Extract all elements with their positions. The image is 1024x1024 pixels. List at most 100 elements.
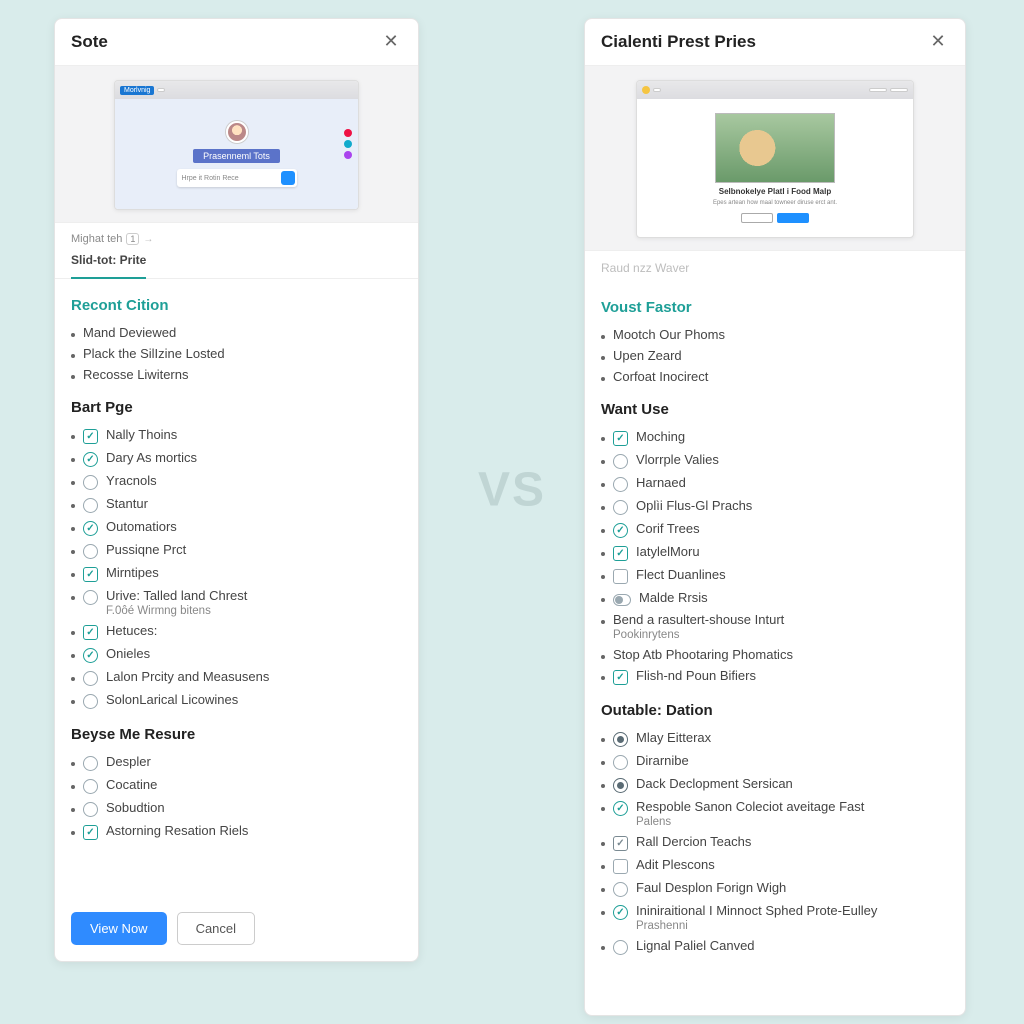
- list-item: Stop Atb Phootaring Phomatics: [601, 644, 949, 665]
- list-item-label: Vlorrple Valies: [636, 452, 719, 467]
- list-item[interactable]: Cocatine: [71, 774, 402, 797]
- checkbox-icon[interactable]: ✓: [613, 546, 628, 561]
- list-item[interactable]: ✓ Moching: [601, 426, 949, 449]
- checkbox-circle-icon[interactable]: [83, 671, 98, 686]
- list-item[interactable]: ✓Onieles: [71, 643, 402, 666]
- list-item[interactable]: Lignal Paliel Canved: [601, 935, 949, 958]
- list-item-label: Cocatine: [106, 777, 157, 792]
- checkbox-circle-icon[interactable]: [83, 498, 98, 513]
- list-item[interactable]: Mlay Eitterax: [601, 727, 949, 750]
- list-item[interactable]: Yracnols: [71, 470, 402, 493]
- list-item[interactable]: ✓Mirntipes: [71, 562, 402, 585]
- list-item[interactable]: ✓Rall Dercion Teachs: [601, 831, 949, 854]
- list-item[interactable]: ✓Outomatiors: [71, 516, 402, 539]
- bullet-icon: [601, 506, 605, 510]
- list-item[interactable]: Dack Declopment Sersican: [601, 773, 949, 796]
- checkbox-circle-icon[interactable]: [83, 756, 98, 771]
- list-item[interactable]: Adit Plescons: [601, 854, 949, 877]
- bullet-icon: [601, 807, 605, 811]
- checkbox-icon[interactable]: ✓: [613, 670, 628, 685]
- checkbox-circle-icon[interactable]: ✓: [83, 648, 98, 663]
- close-icon[interactable]: ✕: [927, 31, 949, 53]
- list-item-label: Pussiqne Prct: [106, 542, 186, 557]
- list-item[interactable]: Stantur: [71, 493, 402, 516]
- checkbox-circle-icon[interactable]: [613, 940, 628, 955]
- list-item[interactable]: ✓IatylelMoru: [601, 541, 949, 564]
- checkbox-circle-icon[interactable]: [83, 544, 98, 559]
- tab-slidtot[interactable]: Slid-tot: Prite: [71, 245, 146, 279]
- list-item[interactable]: Flect Duanlines: [601, 564, 949, 587]
- preview-body: Selbnokelye Platl i Food Malp Epes artea…: [637, 99, 913, 237]
- list-item[interactable]: Lalon Prcity and Measusens: [71, 666, 402, 689]
- chevron-right-icon: →: [143, 234, 153, 245]
- list-item[interactable]: SolonLarical Licowines: [71, 689, 402, 712]
- checkbox-circle-icon[interactable]: [83, 802, 98, 817]
- list-item[interactable]: Vlorrple Valies: [601, 449, 949, 472]
- list-item-label: Sobudtion: [106, 800, 165, 815]
- list-item[interactable]: Sobudtion: [71, 797, 402, 820]
- list-item[interactable]: ✓Hetuces:: [71, 620, 402, 643]
- list-item[interactable]: ✓ Nally Thoins: [71, 424, 402, 447]
- preview-caption: Prasenneml Tots: [193, 149, 280, 163]
- checkbox-circle-icon[interactable]: [613, 500, 628, 515]
- checkbox-circle-icon[interactable]: ✓: [613, 523, 628, 538]
- right-preview-thumbnail[interactable]: Selbnokelye Platl i Food Malp Epes artea…: [636, 80, 914, 238]
- checkbox-circle-icon[interactable]: [83, 694, 98, 709]
- list-item[interactable]: Harnaed: [601, 472, 949, 495]
- preview-body: Prasenneml Tots Hrpe it Rotin Rece: [115, 99, 358, 209]
- checkbox-circle-icon[interactable]: [83, 779, 98, 794]
- preview-caption-title: Selbnokelye Platl i Food Malp: [719, 187, 831, 196]
- list-item[interactable]: Urive: Talled land ChrestF.0ôé Wirmng bi…: [71, 585, 402, 620]
- bullet-icon: [71, 458, 75, 462]
- vs-divider: VS: [478, 463, 546, 518]
- bullet-icon: [71, 354, 75, 358]
- list-item[interactable]: Dirarnibe: [601, 750, 949, 773]
- right-preview-area: Selbnokelye Platl i Food Malp Epes artea…: [585, 66, 965, 251]
- checkbox-circle-icon[interactable]: [613, 755, 628, 770]
- section-list: Mootch Our PhomsUpen ZeardCorfoat Inocir…: [601, 324, 949, 387]
- checkbox-circle-icon[interactable]: [613, 477, 628, 492]
- checkbox-circle-icon[interactable]: [83, 475, 98, 490]
- list-item[interactable]: ✓Ininiraitional I Minnoct Sphed Prote-Eu…: [601, 900, 949, 935]
- checkbox-circle-icon[interactable]: ✓: [83, 521, 98, 536]
- list-item[interactable]: ✓Corif Trees: [601, 518, 949, 541]
- checkbox-icon[interactable]: [613, 569, 628, 584]
- close-icon[interactable]: ✕: [380, 31, 402, 53]
- list-item[interactable]: Faul Desplon Forign Wigh: [601, 877, 949, 900]
- list-item[interactable]: Pussiqne Prct: [71, 539, 402, 562]
- toggle-icon[interactable]: [613, 594, 631, 606]
- left-preview-thumbnail[interactable]: Morlvnig Prasenneml Tots Hrpe it Rotin R…: [114, 80, 359, 210]
- list-item-label: Nally Thoins: [106, 427, 177, 442]
- list-item[interactable]: Despler: [71, 751, 402, 774]
- list-item[interactable]: ✓Flish-nd Poun Bifiers: [601, 665, 949, 688]
- bullet-icon: [71, 504, 75, 508]
- list-item[interactable]: Oplìi Flus-Gl Prachs: [601, 495, 949, 518]
- checkbox-circle-icon[interactable]: ✓: [83, 452, 98, 467]
- checkbox-icon[interactable]: [613, 859, 628, 874]
- bullet-icon: [71, 808, 75, 812]
- checkbox-icon[interactable]: ✓: [613, 431, 628, 446]
- radio-icon[interactable]: [613, 732, 628, 747]
- checkbox-circle-icon[interactable]: ✓: [613, 801, 628, 816]
- list-item-label: Moching: [636, 429, 685, 444]
- list-item[interactable]: ✓Respoble Sanon Coleciot aveitage FastPa…: [601, 796, 949, 831]
- checkbox-circle-icon[interactable]: ✓: [613, 905, 628, 920]
- bullet-icon: [71, 550, 75, 554]
- checkbox-icon[interactable]: ✓: [83, 625, 98, 640]
- checkbox-icon[interactable]: ✓: [613, 836, 628, 851]
- cancel-button[interactable]: Cancel: [177, 912, 255, 945]
- bullet-icon: [601, 842, 605, 846]
- checkbox-icon[interactable]: ✓: [83, 825, 98, 840]
- checkbox-circle-icon[interactable]: [613, 882, 628, 897]
- left-meta-row: Mighat teh 1 →: [55, 223, 418, 245]
- checkbox-icon[interactable]: ✓: [83, 429, 98, 444]
- section-list: Mlay EitteraxDirarnibeDack Declopment Se…: [601, 727, 949, 958]
- radio-icon[interactable]: [613, 778, 628, 793]
- checkbox-circle-icon[interactable]: [613, 454, 628, 469]
- list-item[interactable]: Malde Rrsis: [601, 587, 949, 609]
- list-item[interactable]: ✓Astorning Resation Riels: [71, 820, 402, 843]
- checkbox-icon[interactable]: ✓: [83, 567, 98, 582]
- view-now-button[interactable]: View Now: [71, 912, 167, 945]
- checkbox-circle-icon[interactable]: [83, 590, 98, 605]
- list-item[interactable]: ✓Dary As mortics: [71, 447, 402, 470]
